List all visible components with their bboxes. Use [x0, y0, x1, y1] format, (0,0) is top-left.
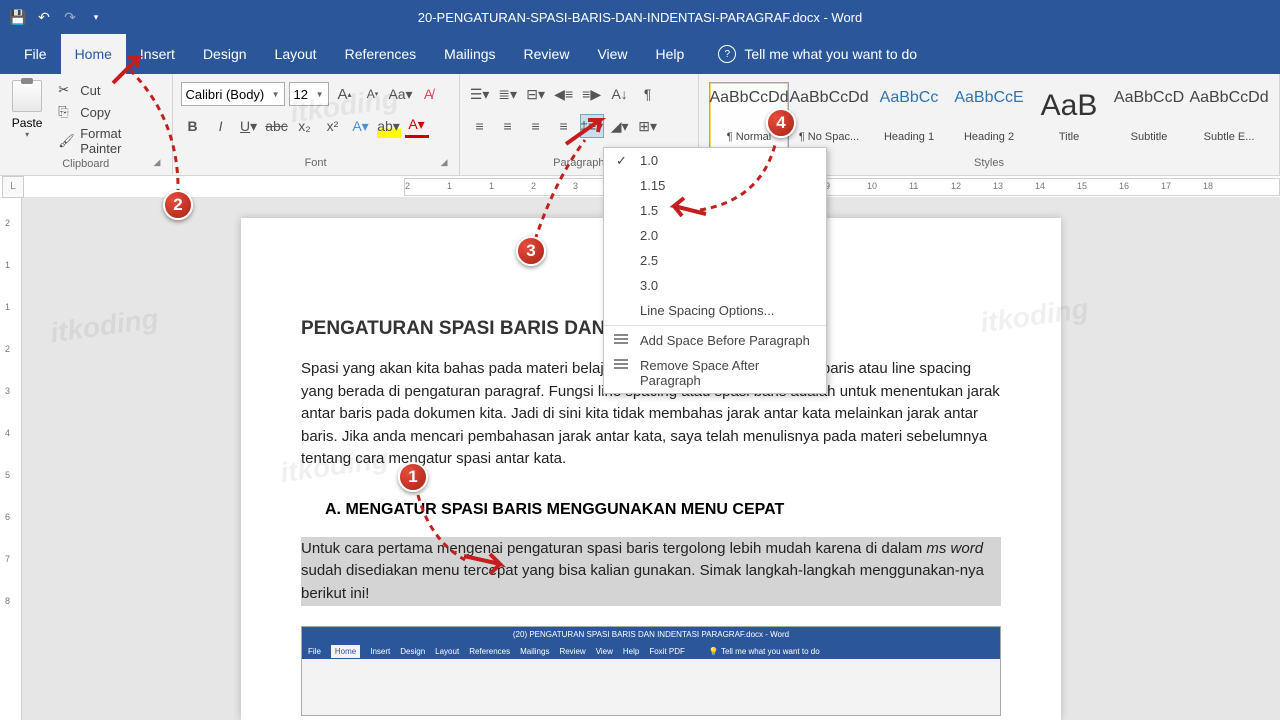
paste-icon: [12, 80, 42, 112]
doc-subheading: A. MENGATUR SPASI BARIS MENGGUNAKAN MENU…: [301, 501, 1001, 519]
bullets-icon[interactable]: ☰▾: [468, 82, 492, 106]
increase-indent-icon[interactable]: ≡▶: [580, 82, 604, 106]
titlebar: 💾 ↶ ↷ ▾ 20-PENGATURAN-SPASI-BARIS-DAN-IN…: [0, 0, 1280, 34]
align-right-icon[interactable]: ≡: [524, 114, 548, 138]
callout-2: 2: [163, 190, 193, 220]
dialog-launcher-icon[interactable]: ◢: [154, 157, 168, 171]
spacing-option-2-0[interactable]: 2.0: [604, 223, 826, 248]
subscript-button[interactable]: x₂: [293, 114, 317, 138]
arrow-icon: [108, 48, 148, 88]
tab-design[interactable]: Design: [189, 34, 261, 74]
ribbon-tabs: File Home Insert Design Layout Reference…: [0, 34, 1280, 74]
tab-review[interactable]: Review: [510, 34, 584, 74]
change-case-icon[interactable]: Aa▾: [389, 82, 413, 106]
undo-icon[interactable]: ↶: [36, 9, 52, 25]
superscript-button[interactable]: x²: [321, 114, 345, 138]
font-size-select[interactable]: 12▼: [289, 82, 329, 106]
decrease-indent-icon[interactable]: ◀≡: [552, 82, 576, 106]
grow-font-icon[interactable]: A▴: [333, 82, 357, 106]
copy-icon: ⎘: [58, 104, 74, 120]
style-title[interactable]: AaBTitle: [1029, 82, 1109, 150]
underline-button[interactable]: U▾: [237, 114, 261, 138]
brush-icon: 🖌: [58, 133, 74, 149]
callout-3: 3: [516, 236, 546, 266]
tab-help[interactable]: Help: [642, 34, 699, 74]
save-icon[interactable]: 💾: [10, 9, 26, 25]
customize-qat-icon[interactable]: ▾: [88, 9, 104, 25]
line-spacing-dropdown: 1.01.151.52.02.53.0Line Spacing Options.…: [603, 147, 827, 394]
copy-button[interactable]: ⎘Copy: [54, 102, 165, 122]
callout-1: 1: [398, 462, 428, 492]
format-painter-button[interactable]: 🖌Format Painter: [54, 124, 165, 158]
tab-references[interactable]: References: [331, 34, 431, 74]
arrow-icon: [666, 194, 710, 224]
spacing-option-2-5[interactable]: 2.5: [604, 248, 826, 273]
doc-paragraph-selected: Untuk cara pertama mengenai pengaturan s…: [301, 537, 1001, 607]
scissors-icon: ✂: [58, 82, 74, 98]
spacing-option-3-0[interactable]: 3.0: [604, 273, 826, 298]
group-clipboard: Paste ▾ ✂Cut ⎘Copy 🖌Format Painter Clipb…: [0, 74, 173, 175]
italic-button[interactable]: I: [209, 114, 233, 138]
lightbulb-icon: ?: [718, 45, 736, 63]
group-label: Clipboard: [6, 158, 166, 172]
line-spacing-options[interactable]: Line Spacing Options...: [604, 298, 826, 323]
font-color-icon[interactable]: A▾: [405, 114, 429, 138]
tab-mailings[interactable]: Mailings: [430, 34, 509, 74]
clear-format-icon[interactable]: A̸: [417, 82, 441, 106]
spacing-remove[interactable]: Remove Space After Paragraph: [604, 353, 826, 393]
strikethrough-button[interactable]: abc: [265, 114, 289, 138]
spacing-option-1-15[interactable]: 1.15: [604, 173, 826, 198]
highlight-icon[interactable]: ab▾: [377, 114, 401, 138]
dialog-launcher-icon[interactable]: ◢: [441, 157, 455, 171]
group-label: Font: [179, 157, 453, 171]
group-font: Calibri (Body)▼ 12▼ A▴ A▾ Aa▾ A̸ B I U▾ …: [173, 74, 460, 175]
shrink-font-icon[interactable]: A▾: [361, 82, 385, 106]
text-effects-icon[interactable]: A▾: [349, 114, 373, 138]
numbering-icon[interactable]: ≣▾: [496, 82, 520, 106]
spacing-option-1-0[interactable]: 1.0: [604, 148, 826, 173]
tab-layout[interactable]: Layout: [261, 34, 331, 74]
style-heading-2[interactable]: AaBbCcEHeading 2: [949, 82, 1029, 150]
multilevel-icon[interactable]: ⊟▾: [524, 82, 548, 106]
vertical-ruler[interactable]: 2112345678: [0, 198, 22, 720]
redo-icon[interactable]: ↷: [62, 9, 78, 25]
tab-file[interactable]: File: [10, 34, 61, 74]
font-name-select[interactable]: Calibri (Body)▼: [181, 82, 285, 106]
style--no-spac-[interactable]: AaBbCcDd¶ No Spac...: [789, 82, 869, 150]
horizontal-ruler[interactable]: 21123456789101112131415161718: [404, 178, 1280, 196]
align-center-icon[interactable]: ≡: [496, 114, 520, 138]
embedded-screenshot: (20) PENGATURAN SPASI BARIS DAN INDENTAS…: [301, 626, 1001, 716]
sort-icon[interactable]: A↓: [608, 82, 632, 106]
style-subtitle[interactable]: AaBbCcDSubtitle: [1109, 82, 1189, 150]
align-left-icon[interactable]: ≡: [468, 114, 492, 138]
show-marks-icon[interactable]: ¶: [636, 82, 660, 106]
spacing-add[interactable]: Add Space Before Paragraph: [604, 328, 826, 353]
tab-selector[interactable]: L: [2, 176, 24, 198]
paste-button[interactable]: Paste ▾: [6, 78, 48, 158]
tab-view[interactable]: View: [583, 34, 641, 74]
window-title: 20-PENGATURAN-SPASI-BARIS-DAN-INDENTASI-…: [418, 10, 862, 25]
shading-icon[interactable]: ◢▾: [608, 114, 632, 138]
tell-me-search[interactable]: ? Tell me what you want to do: [718, 45, 917, 63]
borders-icon[interactable]: ⊞▾: [636, 114, 660, 138]
spacing-option-1-5[interactable]: 1.5: [604, 198, 826, 223]
arrow-icon: [560, 110, 610, 150]
arrow-icon: [460, 546, 508, 582]
style-heading-1[interactable]: AaBbCcHeading 1: [869, 82, 949, 150]
bold-button[interactable]: B: [181, 114, 205, 138]
callout-4: 4: [766, 108, 796, 138]
style-subtle-e-[interactable]: AaBbCcDdSubtle E...: [1189, 82, 1269, 150]
